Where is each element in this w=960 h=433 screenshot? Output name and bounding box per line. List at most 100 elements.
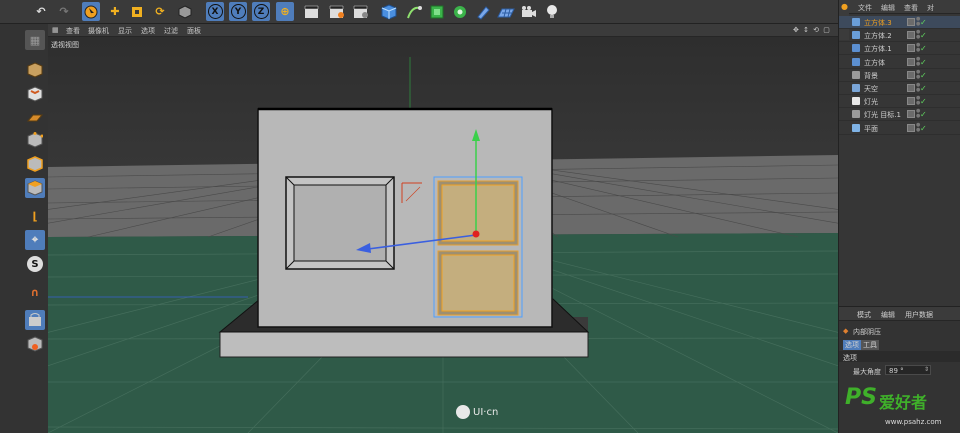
layer-tag-icon[interactable] xyxy=(907,44,915,53)
menu-view-om[interactable]: 查看 xyxy=(904,3,918,13)
axis-mode-icon[interactable]: ⌊ xyxy=(25,206,45,226)
spline-pen-icon[interactable] xyxy=(405,2,423,21)
menu-panel[interactable]: 面板 xyxy=(187,26,201,36)
layer-tag-icon[interactable] xyxy=(907,123,915,132)
scale-tool-icon[interactable] xyxy=(128,2,146,21)
axis-x-button[interactable]: X xyxy=(206,2,224,21)
deformer-icon[interactable] xyxy=(474,2,492,21)
visibility-dots-icon[interactable]: ● ● xyxy=(916,83,920,93)
visibility-dots-icon[interactable]: ● ● xyxy=(916,96,920,106)
edges-mode-icon[interactable] xyxy=(25,154,45,174)
move-tool-icon[interactable]: ✚ xyxy=(106,2,124,21)
visibility-dots-icon[interactable]: ● ● xyxy=(916,56,920,67)
object-row[interactable]: 平面 ● ● ✓ xyxy=(839,122,960,135)
menu-cameras[interactable]: 摄像机 xyxy=(88,26,109,36)
polygons-mode-icon[interactable] xyxy=(25,178,45,198)
menu-edit-attr[interactable]: 编辑 xyxy=(881,310,895,320)
stepper-icon[interactable]: ⇕ xyxy=(924,366,929,373)
visibility-dots-icon[interactable]: ● ● xyxy=(916,30,920,40)
menu-options[interactable]: 选项 xyxy=(141,26,155,36)
layer-tag-icon[interactable] xyxy=(907,31,915,40)
layer-tag-icon[interactable] xyxy=(907,97,915,106)
object-name[interactable]: 灯光 xyxy=(864,97,878,107)
rotate-tool-icon[interactable]: ⟳ xyxy=(151,2,169,21)
points-mode-icon[interactable] xyxy=(25,130,45,150)
object-row[interactable]: 灯光 ● ● ✓ xyxy=(839,95,960,109)
object-row[interactable]: 天空 ● ● ✓ xyxy=(839,82,960,95)
enabled-check-icon[interactable]: ✓ xyxy=(920,44,927,53)
object-row[interactable]: 灯光 目标.1 ● ● ✓ xyxy=(839,108,960,122)
menu-filter[interactable]: 过滤 xyxy=(164,26,178,36)
camera-icon[interactable] xyxy=(520,2,538,21)
snap-icon[interactable]: S xyxy=(25,254,45,274)
layer-tag-icon[interactable] xyxy=(907,84,915,92)
menu-user-data[interactable]: 用户数据 xyxy=(905,310,933,320)
tab-options[interactable]: 选项 xyxy=(843,340,861,350)
perspective-viewport[interactable]: 透视视图 UI·cn xyxy=(48,37,838,433)
object-name[interactable]: 立方体.3 xyxy=(864,18,892,28)
select-tool-icon[interactable] xyxy=(82,2,100,21)
object-name[interactable]: 立方体.2 xyxy=(864,31,892,41)
axis-y-button[interactable]: Y xyxy=(229,2,247,21)
texture-mode-icon[interactable] xyxy=(25,84,45,104)
workplane-mode-icon[interactable] xyxy=(25,108,45,128)
object-name[interactable]: 背景 xyxy=(864,71,878,81)
enabled-check-icon[interactable]: ✓ xyxy=(920,110,927,119)
floor-object-icon[interactable] xyxy=(497,2,515,21)
render-settings-icon[interactable] xyxy=(352,2,370,21)
menu-object[interactable]: 对 xyxy=(927,3,934,13)
menu-mode[interactable]: 模式 xyxy=(857,310,871,320)
enabled-check-icon[interactable]: ✓ xyxy=(920,71,927,80)
object-row[interactable]: 立方体 ● ● ✓ xyxy=(839,56,960,69)
menu-edit[interactable]: 编辑 xyxy=(881,3,895,13)
visibility-dots-icon[interactable]: ● ● xyxy=(916,122,920,133)
enabled-check-icon[interactable]: ✓ xyxy=(920,124,927,133)
model-mode-icon[interactable] xyxy=(25,60,45,80)
object-row[interactable]: 立方体.1 ● ● ✓ xyxy=(839,42,960,56)
workplane-lock-icon[interactable] xyxy=(25,310,45,330)
render-view-icon[interactable] xyxy=(303,2,321,21)
light-bulb-icon[interactable] xyxy=(543,2,561,21)
make-editable-icon[interactable]: ▦ xyxy=(25,30,45,50)
layer-tag-icon[interactable] xyxy=(907,57,915,66)
redo-icon[interactable]: ↷ xyxy=(55,2,73,21)
coordinate-system-icon[interactable]: ⊕ xyxy=(276,2,294,21)
undo-icon[interactable]: ↶ xyxy=(32,2,50,21)
object-name[interactable]: 天空 xyxy=(864,84,878,94)
tab-tool[interactable]: 工具 xyxy=(861,340,879,350)
enabled-check-icon[interactable]: ✓ xyxy=(920,84,927,93)
enabled-check-icon[interactable]: ✓ xyxy=(920,58,927,67)
visibility-dots-icon[interactable]: ● ● xyxy=(916,43,920,53)
cube-object-icon[interactable] xyxy=(380,2,398,21)
max-angle-field[interactable]: 89 ° ⇕ xyxy=(885,365,931,375)
enabled-check-icon[interactable]: ✓ xyxy=(920,18,927,27)
visibility-dots-icon[interactable]: ● ● xyxy=(916,109,920,119)
solo-mode-icon[interactable] xyxy=(25,334,45,354)
menu-file[interactable]: 文件 xyxy=(858,3,872,13)
visibility-dots-icon[interactable]: ● ● xyxy=(916,69,920,80)
object-name[interactable]: 灯光 目标.1 xyxy=(864,110,901,120)
magnet-icon[interactable]: ∩ xyxy=(25,282,45,302)
layer-tag-icon[interactable] xyxy=(907,18,915,26)
layer-tag-icon[interactable] xyxy=(907,110,915,119)
viewport-nav-icons[interactable]: ✥ ↕ ⟲ ▢ xyxy=(793,26,831,34)
object-row[interactable]: 背景 ● ● ✓ xyxy=(839,69,960,82)
tweak-mode-icon[interactable]: ⌖ xyxy=(25,230,45,250)
enabled-check-icon[interactable]: ✓ xyxy=(920,31,927,40)
layer-tag-icon[interactable] xyxy=(907,70,915,79)
visibility-dots-icon[interactable]: ● ● xyxy=(916,17,920,27)
object-row[interactable]: 立方体.2 ● ● ✓ xyxy=(839,29,960,43)
enabled-check-icon[interactable]: ✓ xyxy=(920,97,927,106)
menu-view[interactable]: 查看 xyxy=(66,26,80,36)
cloner-icon[interactable] xyxy=(451,2,469,21)
axis-z-button[interactable]: Z xyxy=(252,2,270,21)
viewport-menu-icon[interactable]: ▦ xyxy=(52,26,59,34)
menu-display[interactable]: 显示 xyxy=(118,26,132,36)
object-name[interactable]: 平面 xyxy=(864,124,878,134)
object-name[interactable]: 立方体.1 xyxy=(864,44,892,54)
object-row[interactable]: 立方体.3 ● ● ✓ xyxy=(839,16,960,29)
render-picture-viewer-icon[interactable] xyxy=(328,2,346,21)
subdivision-surface-icon[interactable] xyxy=(428,2,446,21)
object-name[interactable]: 立方体 xyxy=(864,58,885,68)
live-selection-icon[interactable] xyxy=(176,2,194,21)
